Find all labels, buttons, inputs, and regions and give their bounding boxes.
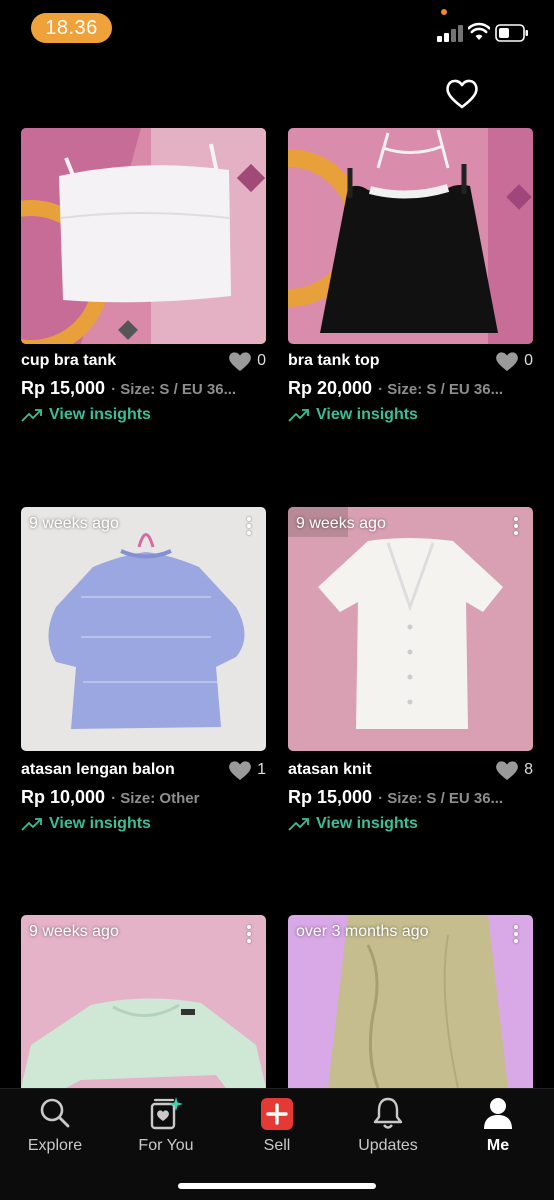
more-options-icon[interactable] <box>242 924 256 946</box>
listing-card[interactable]: bra tank top 0 Rp 20,000 · Size: S / EU 3… <box>288 128 533 428</box>
listing-photo[interactable]: 9 weeks ago <box>21 507 266 751</box>
price-row: Rp 15,000 · Size: S / EU 36... <box>288 787 533 808</box>
for-you-icon <box>150 1097 183 1130</box>
bell-icon <box>373 1097 403 1129</box>
nav-label: For You <box>138 1137 194 1154</box>
posted-time: 9 weeks ago <box>29 923 119 940</box>
listing-price: Rp 15,000 <box>288 787 373 807</box>
nav-tab-me[interactable]: Me <box>443 1095 553 1155</box>
listing-card[interactable]: over 3 months ago <box>288 915 533 1088</box>
price-row: Rp 20,000 · Size: S / EU 36... <box>288 378 533 399</box>
view-insights-link[interactable]: View insights <box>288 815 418 833</box>
nav-label: Explore <box>27 1137 83 1154</box>
listing-card[interactable]: 9 weeks ago <box>21 915 266 1088</box>
view-insights-link[interactable]: View insights <box>21 815 151 833</box>
search-icon <box>40 1098 70 1128</box>
view-insights-label: View insights <box>316 815 418 832</box>
nav-label: Updates <box>358 1137 418 1154</box>
cellular-signal-icon <box>437 24 463 42</box>
view-insights-label: View insights <box>49 815 151 832</box>
nav-label: Sell <box>263 1137 291 1154</box>
home-indicator[interactable] <box>178 1183 376 1189</box>
trend-up-icon <box>21 818 42 831</box>
nav-label: Me <box>486 1137 510 1154</box>
sell-plus-icon <box>261 1098 293 1130</box>
listing-price: Rp 10,000 <box>21 787 106 807</box>
trend-up-icon <box>21 409 42 422</box>
nav-tab-updates[interactable]: Updates <box>333 1095 443 1155</box>
view-insights-link[interactable]: View insights <box>288 406 418 424</box>
listing-card[interactable]: 9 weeks ago atasan lengan balon 1 Rp 10,… <box>21 507 266 832</box>
more-options-icon[interactable] <box>509 516 523 538</box>
heart-icon <box>496 352 518 371</box>
nav-tab-sell[interactable]: Sell <box>222 1095 332 1155</box>
listing-title: bra tank top <box>288 352 380 369</box>
like-count[interactable]: 1 <box>228 759 266 781</box>
like-count[interactable]: 0 <box>495 350 533 372</box>
nav-tab-explore[interactable]: Explore <box>0 1095 110 1155</box>
listing-size: · Size: Other <box>111 790 200 807</box>
listing-photo[interactable] <box>21 128 266 344</box>
posted-time: 9 weeks ago <box>29 515 119 532</box>
battery-icon <box>495 24 528 42</box>
status-time: 18.36 <box>31 13 112 43</box>
listing-card[interactable]: 9 weeks ago atasan knit 8 Rp 15,000 · Siz… <box>288 507 533 832</box>
price-row: Rp 10,000 · Size: Other <box>21 787 266 808</box>
trend-up-icon <box>288 818 309 831</box>
like-count-value: 8 <box>524 761 533 778</box>
listing-photo[interactable]: over 3 months ago <box>288 915 533 1088</box>
listing-size: · Size: S / EU 36... <box>111 381 237 398</box>
posted-time: 9 weeks ago <box>296 515 386 532</box>
listing-price: Rp 15,000 <box>21 378 106 398</box>
posted-time: over 3 months ago <box>296 923 429 940</box>
view-insights-label: View insights <box>316 406 418 423</box>
status-bar: 18.36 <box>0 0 554 60</box>
like-count[interactable]: 0 <box>228 350 266 372</box>
wifi-icon <box>468 22 490 40</box>
listing-photo[interactable]: 9 weeks ago <box>288 507 533 751</box>
more-options-icon[interactable] <box>509 924 523 946</box>
view-insights-label: View insights <box>49 406 151 423</box>
privacy-indicator-dot <box>441 9 447 15</box>
listing-size: · Size: S / EU 36... <box>378 790 504 807</box>
heart-icon <box>496 761 518 780</box>
like-count-value: 0 <box>524 352 533 369</box>
profile-icon <box>484 1098 512 1129</box>
listing-title: atasan lengan balon <box>21 761 175 778</box>
heart-outline-icon[interactable] <box>444 76 480 112</box>
listing-title: cup bra tank <box>21 352 117 369</box>
price-row: Rp 15,000 · Size: S / EU 36... <box>21 378 266 399</box>
nav-tab-for-you[interactable]: For You <box>111 1095 221 1155</box>
more-options-icon[interactable] <box>242 516 256 538</box>
listing-price: Rp 20,000 <box>288 378 373 398</box>
trend-up-icon <box>288 409 309 422</box>
like-count-value: 0 <box>257 352 266 369</box>
listing-size: · Size: S / EU 36... <box>378 381 504 398</box>
listing-photo[interactable] <box>288 128 533 344</box>
listing-title: atasan knit <box>288 761 372 778</box>
heart-icon <box>229 352 251 371</box>
listing-card[interactable]: cup bra tank 0 Rp 15,000 · Size: S / EU 3… <box>21 128 266 428</box>
like-count-value: 1 <box>257 761 266 778</box>
view-insights-link[interactable]: View insights <box>21 406 151 424</box>
heart-icon <box>229 761 251 780</box>
listing-photo[interactable]: 9 weeks ago <box>21 915 266 1088</box>
like-count[interactable]: 8 <box>495 759 533 781</box>
